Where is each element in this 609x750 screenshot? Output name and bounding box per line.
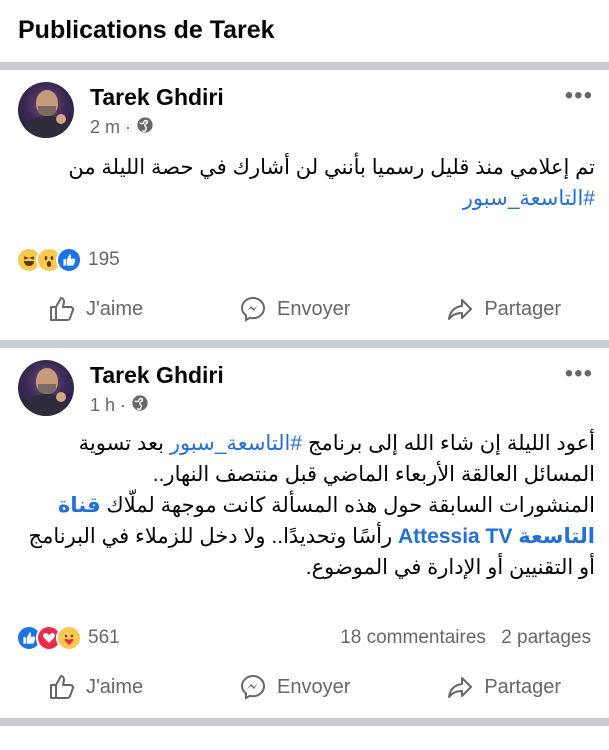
thumbs-up-icon bbox=[49, 297, 74, 321]
send-label: Envoyer bbox=[277, 675, 351, 698]
hashtag-link[interactable]: #التاسعة_سبور bbox=[170, 432, 302, 455]
send-button[interactable]: Envoyer bbox=[239, 295, 350, 323]
post-paragraph: أعود الليلة إن شاء الله إلى برنامج #التا… bbox=[16, 428, 595, 490]
reaction-summary[interactable]: 195 bbox=[16, 247, 120, 273]
reactions-bar[interactable]: 561 18 commentaires 2 partages bbox=[0, 620, 609, 656]
like-reaction-icon bbox=[56, 247, 82, 273]
reaction-count[interactable]: 195 bbox=[88, 249, 120, 271]
share-button[interactable]: Partager bbox=[446, 295, 561, 323]
post-actions: J'aime Envoyer Partager bbox=[0, 656, 609, 718]
reaction-summary[interactable]: 561 bbox=[16, 625, 120, 651]
post-header: Tarek Ghdiri 1 h · ••• bbox=[0, 348, 609, 426]
globe-icon bbox=[131, 394, 149, 417]
more-options-icon[interactable]: ••• bbox=[565, 82, 593, 110]
like-label: J'aime bbox=[85, 297, 144, 320]
thumbs-up-icon bbox=[49, 675, 74, 699]
text-span: أعود الليلة إن شاء الله إلى برنامج bbox=[302, 432, 595, 455]
post-meta: 1 h · bbox=[90, 394, 149, 417]
share-label: Partager bbox=[484, 675, 562, 698]
shares-count[interactable]: 2 partages bbox=[501, 627, 591, 648]
care-reaction-icon bbox=[56, 625, 82, 651]
post-text-line: تم إعلامي منذ قليل رسميا بأنني لن أشارك … bbox=[68, 156, 595, 179]
share-button[interactable]: Partager bbox=[446, 673, 561, 701]
post-text: أعود الليلة إن شاء الله إلى برنامج #التا… bbox=[0, 426, 609, 620]
share-label: Partager bbox=[484, 297, 562, 320]
post-divider bbox=[0, 340, 609, 348]
reaction-count[interactable]: 561 bbox=[88, 627, 120, 649]
post-time[interactable]: 2 m bbox=[90, 117, 120, 138]
messenger-icon bbox=[241, 674, 266, 700]
author-name[interactable]: Tarek Ghdiri bbox=[90, 362, 224, 389]
messenger-icon bbox=[241, 296, 266, 322]
post-divider bbox=[0, 718, 609, 726]
globe-icon bbox=[136, 116, 154, 139]
send-button[interactable]: Envoyer bbox=[239, 673, 350, 701]
comments-count[interactable]: 18 commentaires bbox=[340, 627, 486, 648]
avatar[interactable] bbox=[18, 360, 74, 416]
hashtag-link[interactable]: #التاسعة_سبور bbox=[16, 183, 595, 214]
post-header: Tarek Ghdiri 2 m · ••• bbox=[0, 70, 609, 148]
share-arrow-icon bbox=[448, 299, 473, 320]
like-button[interactable]: J'aime bbox=[48, 295, 143, 323]
comment-share-counts: 18 commentaires 2 partages bbox=[340, 627, 591, 649]
post-paragraph: المنشورات السابقة حول هذه المسألة كانت م… bbox=[16, 490, 595, 583]
share-arrow-icon bbox=[448, 677, 473, 698]
like-button[interactable]: J'aime bbox=[48, 673, 143, 701]
reactions-bar[interactable]: 195 bbox=[0, 242, 609, 278]
more-options-icon[interactable]: ••• bbox=[565, 360, 593, 388]
page-title: Publications de Tarek bbox=[18, 16, 275, 44]
section-divider bbox=[0, 62, 609, 70]
meta-dot: · bbox=[120, 395, 127, 415]
post-meta: 2 m · bbox=[90, 116, 154, 139]
like-label: J'aime bbox=[85, 675, 144, 698]
post-time[interactable]: 1 h bbox=[90, 395, 115, 416]
text-span: المنشورات السابقة حول هذه المسألة كانت م… bbox=[100, 494, 595, 517]
post: Tarek Ghdiri 1 h · ••• أعود الليلة إن شا… bbox=[0, 348, 609, 718]
post-actions: J'aime Envoyer Partager bbox=[0, 278, 609, 340]
author-name[interactable]: Tarek Ghdiri bbox=[90, 84, 224, 111]
send-label: Envoyer bbox=[277, 297, 351, 320]
meta-dot: · bbox=[125, 117, 132, 137]
post-text: تم إعلامي منذ قليل رسميا بأنني لن أشارك … bbox=[0, 148, 609, 242]
avatar[interactable] bbox=[18, 82, 74, 138]
post: Tarek Ghdiri 2 m · ••• تم إعلامي منذ قلي… bbox=[0, 70, 609, 340]
